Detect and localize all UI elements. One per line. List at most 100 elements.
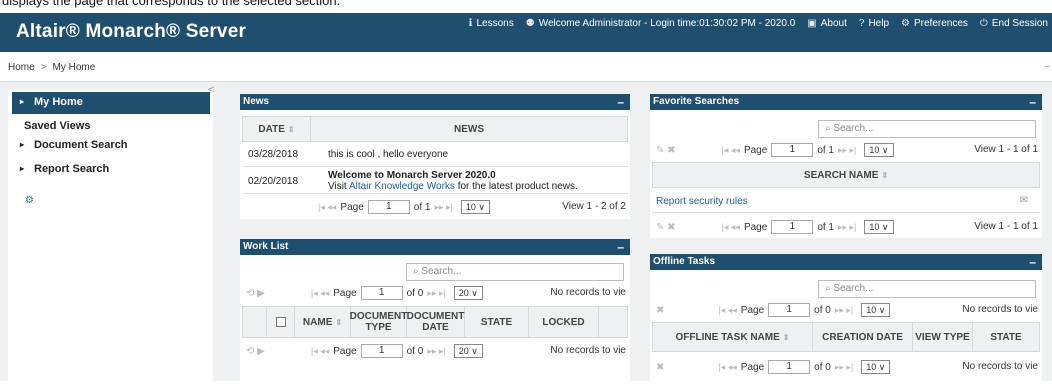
column-header-news[interactable]: NEWS [311, 117, 627, 141]
minimize-icon[interactable]: – [1029, 255, 1036, 269]
search-input[interactable]: ⌕ Search... [818, 280, 1036, 298]
column-header-name[interactable]: NAME ⇕ [295, 307, 351, 337]
main-content: ▸ My Home Saved Views ▸ Document Search ▸ R… [0, 82, 1052, 389]
delete-icon[interactable]: ✖ [656, 362, 664, 373]
select-all-checkbox[interactable] [267, 307, 295, 337]
chevron-right-icon: ▸ [20, 140, 25, 149]
sort-icon: ⇕ [287, 124, 295, 134]
news-text: this is cool , hello everyone [328, 149, 449, 160]
worklist-pager-top: ⟲ ▶ |◂ ◂◂ Page 1 of 0 ▸▸ ▸| 20 ∨ No reco… [246, 286, 626, 300]
favorite-search-link[interactable]: Report security rules [656, 196, 748, 207]
nav-help[interactable]: ? Help [859, 18, 889, 29]
page-size-select[interactable]: 10 ∨ [861, 360, 891, 374]
last-page-icon[interactable]: ▸▸ ▸| [427, 288, 445, 299]
first-page-icon[interactable]: |◂ ◂◂ [311, 346, 329, 357]
select-cell [243, 307, 267, 337]
column-header-offline-task-name[interactable]: OFFLINE TASK NAME ⇕ [653, 323, 813, 351]
column-header-date[interactable]: DATE ⇕ [243, 117, 311, 141]
favorites-table-header: SEARCH NAME ⇕ [652, 162, 1040, 188]
column-header-state[interactable]: STATE [465, 307, 529, 337]
page-input[interactable]: 1 [771, 143, 814, 157]
table-row[interactable]: 02/20/2018 Welcome to Monarch Server 202… [242, 168, 628, 194]
edit-delete-icon[interactable]: ✎ ✖ [656, 222, 676, 233]
offline-tasks-panel: Offline Tasks – ⌕ Search... ✖ |◂ ◂◂ Page … [650, 254, 1042, 381]
edit-delete-icon[interactable]: ✎ ✖ [656, 145, 676, 156]
view-count: No records to vie [550, 345, 626, 356]
last-page-icon[interactable]: ▸▸ ▸| [838, 145, 856, 156]
refresh-icon[interactable]: ⟲ ▶ [246, 288, 265, 299]
minimize-icon[interactable]: – [1029, 95, 1036, 109]
first-page-icon[interactable]: |◂ ◂◂ [722, 145, 740, 156]
last-page-icon[interactable]: ▸▸ ▸| [835, 362, 853, 373]
page-input[interactable]: 1 [768, 303, 811, 317]
delete-icon[interactable]: ✖ [656, 305, 664, 316]
worklist-table-header: NAME ⇕ DOCUMENT TYPE DOCUMENT DATE STATE … [242, 306, 628, 338]
first-page-icon[interactable]: |◂ ◂◂ [718, 305, 736, 316]
table-row[interactable]: Report security rules ✉ [652, 189, 1040, 213]
help-icon: ? [858, 18, 865, 29]
page-input[interactable]: 1 [771, 220, 814, 234]
news-table-header: DATE ⇕ NEWS [242, 116, 628, 142]
nav-lessons[interactable]: ℹ Lessons [469, 18, 514, 29]
sort-icon: ⇕ [782, 332, 790, 342]
knowledge-works-link[interactable]: Altair Knowledge Works [349, 181, 455, 192]
column-header-search-name[interactable]: SEARCH NAME ⇕ [653, 163, 1039, 187]
page-input[interactable]: 1 [768, 360, 811, 374]
page-input[interactable]: 1 [367, 200, 410, 214]
search-input[interactable]: ⌕ Search... [818, 120, 1036, 138]
last-page-icon[interactable]: ▸▸ ▸| [835, 305, 853, 316]
page-input[interactable]: 1 [360, 344, 403, 358]
breadcrumb: Home > My Home – [0, 52, 1052, 82]
sort-icon: ⇕ [881, 170, 889, 180]
page-input[interactable]: 1 [360, 286, 403, 300]
table-row[interactable]: 03/28/2018 this is cool , hello everyone [242, 143, 628, 167]
first-page-icon[interactable]: |◂ ◂◂ [318, 202, 336, 213]
mail-icon[interactable]: ✉ [1020, 195, 1028, 206]
power-icon: ⏻ [979, 18, 988, 29]
chevron-right-icon: ▸ [20, 164, 25, 173]
page-size-select[interactable]: 10 ∨ [864, 220, 894, 234]
page-size-select[interactable]: 10 ∨ [861, 303, 891, 317]
search-input[interactable]: ⌕ Search... [406, 263, 624, 281]
page-size-select[interactable]: 10 ∨ [460, 200, 490, 214]
sidebar-item-document-search[interactable]: ▸ Document Search [12, 135, 210, 157]
column-header-document-type[interactable]: DOCUMENT TYPE [350, 307, 407, 337]
news-panel: News – DATE ⇕ NEWS 03/28/2018 this is cool… [240, 94, 630, 219]
refresh-icon[interactable]: ⟲ ▶ [246, 346, 265, 357]
breadcrumb-collapse-icon[interactable]: – [1044, 61, 1050, 72]
page-size-select[interactable]: 10 ∨ [864, 143, 894, 157]
first-page-icon[interactable]: |◂ ◂◂ [311, 288, 329, 299]
column-header-document-date[interactable]: DOCUMENT DATE [407, 307, 465, 337]
column-header-locked[interactable]: LOCKED [529, 307, 599, 337]
last-page-icon[interactable]: ▸▸ ▸| [434, 202, 452, 213]
view-count: View 1 - 1 of 1 [974, 144, 1038, 155]
breadcrumb-home[interactable]: Home [8, 62, 35, 73]
favorite-searches-panel: Favorite Searches – ⌕ Search... ✎ ✖ |◂ ◂◂… [650, 94, 1042, 238]
nav-preferences[interactable]: ⚙ Preferences [901, 18, 968, 29]
sidebar-item-my-home[interactable]: ▸ My Home [12, 92, 210, 114]
offline-tasks-title: Offline Tasks – [650, 254, 1042, 270]
favorite-searches-title: Favorite Searches – [650, 94, 1042, 110]
sidebar-item-report-search[interactable]: ▸ Report Search [12, 159, 210, 181]
first-page-icon[interactable]: |◂ ◂◂ [722, 222, 740, 233]
minimize-icon[interactable]: – [617, 95, 624, 109]
gear-icon[interactable]: ⚙ [25, 195, 34, 206]
page-size-select[interactable]: 20 ∨ [453, 344, 483, 358]
column-header-state[interactable]: STATE [973, 323, 1039, 351]
nav-end-session[interactable]: ⏻ End Session [980, 18, 1048, 29]
column-header-creation-date[interactable]: CREATION DATE [813, 323, 913, 351]
view-count: No records to vie [962, 361, 1038, 372]
sidebar-collapse-icon[interactable]: < [208, 84, 214, 96]
minimize-icon[interactable]: – [617, 240, 624, 254]
worklist-panel-title: Work List – [240, 239, 630, 255]
last-page-icon[interactable]: ▸▸ ▸| [838, 222, 856, 233]
last-page-icon[interactable]: ▸▸ ▸| [427, 346, 445, 357]
brand-title: Altair® Monarch® Server [16, 21, 247, 42]
nav-about[interactable]: ▣ About [807, 18, 847, 29]
sort-icon: ⇕ [335, 317, 343, 327]
offline-pager-top: ✖ |◂ ◂◂ Page 1 of 0 ▸▸ ▸| 10 ∨ No record… [656, 303, 1038, 317]
column-header-view-type[interactable]: VIEW TYPE [913, 323, 973, 351]
page-size-select[interactable]: 20 ∨ [453, 286, 483, 300]
view-count: View 1 - 2 of 2 [562, 201, 626, 212]
first-page-icon[interactable]: |◂ ◂◂ [718, 362, 736, 373]
